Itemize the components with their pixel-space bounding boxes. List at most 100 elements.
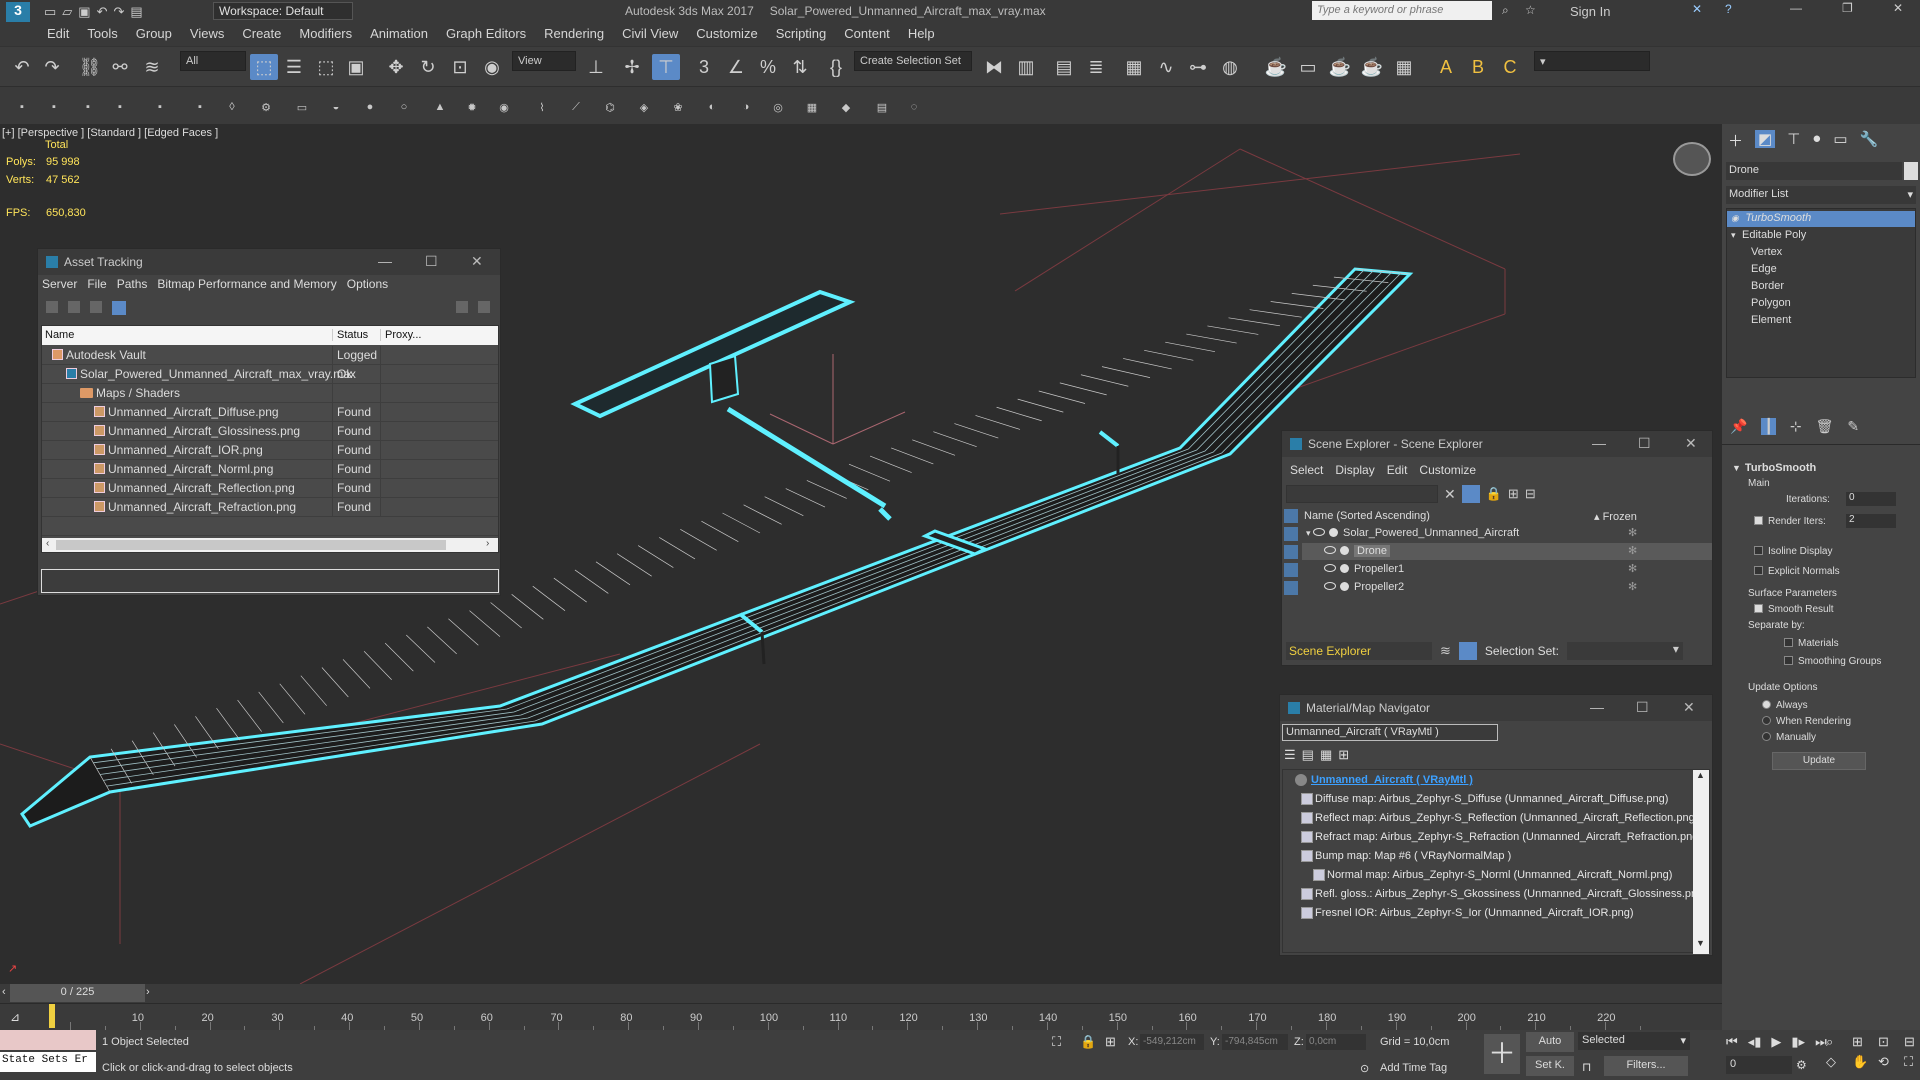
- auto-key-button[interactable]: Auto: [1526, 1032, 1574, 1052]
- isolate-selection-icon[interactable]: ⛶: [1052, 1034, 1061, 1050]
- app-logo-icon[interactable]: 3: [6, 2, 30, 22]
- scroll-down-icon[interactable]: ▼: [1696, 938, 1705, 948]
- camera-icon[interactable]: ◐: [702, 97, 722, 117]
- maxscript-listener-top[interactable]: [0, 1030, 96, 1050]
- modify-tab-icon[interactable]: ◩: [1755, 130, 1776, 148]
- list-item[interactable]: Normal map: Airbus_Zephyr-S_Norml (Unman…: [1289, 867, 1693, 885]
- reference-coordinate-dropdown[interactable]: View: [512, 51, 576, 71]
- select-object-icon[interactable]: ⬚: [250, 54, 278, 80]
- key-filter-dropdown[interactable]: Selected ▾: [1578, 1032, 1690, 1050]
- set-key-button[interactable]: Set K.: [1526, 1056, 1574, 1076]
- zoom-extents-icon[interactable]: ⊡: [1878, 1034, 1900, 1050]
- menu-rendering[interactable]: Rendering: [535, 22, 613, 41]
- move-icon[interactable]: ✥: [382, 54, 410, 80]
- smoothing-groups-checkbox[interactable]: Smoothing Groups: [1784, 656, 1881, 667]
- align-icon[interactable]: ▥: [1012, 54, 1040, 80]
- time-prev-icon[interactable]: ‹: [2, 986, 6, 998]
- shape-sphere-icon[interactable]: ◒: [326, 97, 346, 117]
- remove-modifier-icon[interactable]: 🗑: [1816, 418, 1834, 435]
- scene-menu-edit[interactable]: Edit: [1387, 463, 1408, 477]
- table-row[interactable]: Solar_Powered_Unmanned_Aircraft_max_vray…: [42, 365, 498, 384]
- menu-create[interactable]: Create: [233, 22, 290, 41]
- render-production-icon[interactable]: ☕: [1326, 54, 1354, 80]
- current-frame-marker[interactable]: [49, 1004, 55, 1028]
- list-item[interactable]: Diffuse map: Airbus_Zephyr-S_Diffuse (Un…: [1289, 791, 1693, 809]
- render-iters-spinner[interactable]: 2: [1846, 514, 1896, 528]
- selection-set-dropdown[interactable]: ▾: [1566, 642, 1683, 660]
- clear-search-icon[interactable]: ✕: [1444, 486, 1456, 503]
- spline-icon[interactable]: ⌇: [532, 97, 552, 117]
- spinner-snap-icon[interactable]: ⇅: [786, 54, 814, 80]
- time-configuration-icon[interactable]: ⚙: [1796, 1058, 1807, 1072]
- create-tab-icon[interactable]: ＋: [1728, 130, 1743, 150]
- absolute-mode-icon[interactable]: ⊞: [1105, 1034, 1116, 1050]
- vray-b-icon[interactable]: B: [1464, 54, 1492, 80]
- poly-icon[interactable]: ◈: [634, 97, 654, 117]
- sign-in-link[interactable]: Sign In: [1570, 4, 1610, 19]
- filter-icon[interactable]: [1461, 485, 1480, 503]
- eye-icon[interactable]: [1324, 582, 1336, 590]
- table-row[interactable]: Unmanned_Aircraft_Glossiness.png Found: [42, 422, 498, 441]
- col-name-header[interactable]: Name: [45, 329, 74, 341]
- iterations-spinner[interactable]: 0: [1846, 492, 1896, 506]
- scroll-thumb[interactable]: [56, 540, 446, 550]
- workspace-dropdown[interactable]: Workspace: Default: [213, 2, 353, 20]
- pan-icon[interactable]: ✋: [1852, 1054, 1874, 1070]
- asset-menu-bitmap-performance-and-memory[interactable]: Bitmap Performance and Memory: [157, 277, 336, 295]
- selection-filter-dropdown[interactable]: All: [180, 51, 246, 71]
- asset-menu-options[interactable]: Options: [347, 277, 388, 295]
- menu-group[interactable]: Group: [127, 22, 181, 41]
- render-iterative-icon[interactable]: ☕: [1358, 54, 1386, 80]
- list-item[interactable]: Drone ✻: [1302, 543, 1712, 560]
- menu-modifiers[interactable]: Modifiers: [290, 22, 361, 41]
- zoom-icon[interactable]: ⌕: [1826, 1034, 1848, 1050]
- keyboard-shortcut-override-icon[interactable]: ⊤: [652, 54, 680, 80]
- light-icon[interactable]: ▲: [430, 97, 450, 117]
- star-icon[interactable]: ☆: [1525, 3, 1536, 17]
- display-shapes-icon[interactable]: [1284, 527, 1298, 541]
- undo-icon[interactable]: ↶: [8, 54, 36, 80]
- help-icon[interactable]: ?: [1725, 2, 1732, 16]
- zoom-extents-all-icon[interactable]: ⊟: [1904, 1034, 1920, 1050]
- mirror-icon[interactable]: ⧓: [980, 54, 1008, 80]
- sphere-render-icon[interactable]: ◎: [768, 97, 788, 117]
- menu-content[interactable]: Content: [835, 22, 899, 41]
- add-time-tag[interactable]: Add Time Tag: [1380, 1062, 1447, 1074]
- list-item[interactable]: Unmanned_Aircraft ( VRayMtl ): [1289, 772, 1693, 790]
- link-icon[interactable]: ⛓: [76, 54, 104, 80]
- server-icon[interactable]: [46, 301, 58, 313]
- close-window-icon[interactable]: ✕: [1893, 1, 1903, 15]
- display-geometry-icon[interactable]: [1284, 509, 1298, 523]
- container-icon[interactable]: ▪: [190, 97, 210, 117]
- help-panel-icon[interactable]: [456, 301, 468, 313]
- expand-icon[interactable]: ▾: [1306, 528, 1313, 538]
- material-tree-scrollbar[interactable]: ▲ ▼: [1693, 770, 1709, 954]
- eye-icon[interactable]: [1324, 546, 1336, 554]
- layer-add-icon[interactable]: ▪: [44, 97, 64, 117]
- close-panel-icon[interactable]: ✕: [1685, 435, 1697, 452]
- table-row[interactable]: Unmanned_Aircraft_Refraction.png Found: [42, 498, 498, 517]
- pivot-center-icon[interactable]: ⊥: [582, 54, 610, 80]
- select-layer-icon[interactable]: ▪: [150, 97, 170, 117]
- tree-view-icon[interactable]: [112, 301, 126, 315]
- undo-quick-icon[interactable]: ↶: [97, 4, 108, 20]
- table-row[interactable]: Unmanned_Aircraft_Diffuse.png Found: [42, 403, 498, 422]
- binoculars-icon[interactable]: ⌕: [1502, 3, 1509, 18]
- scene-explorer-name-field[interactable]: Scene Explorer: [1286, 642, 1432, 660]
- table-row[interactable]: Unmanned_Aircraft_IOR.png Found: [42, 441, 498, 460]
- modifier-stack-item[interactable]: ▾ Editable Poly: [1727, 228, 1915, 244]
- percent-snap-icon[interactable]: %: [754, 54, 782, 80]
- display-tab-icon[interactable]: ▭: [1833, 130, 1847, 148]
- schematic-view-icon[interactable]: ⊶: [1184, 54, 1212, 80]
- list-item[interactable]: Reflect map: Airbus_Zephyr-S_Reflection …: [1289, 810, 1698, 828]
- time-next-icon[interactable]: ›: [146, 986, 150, 998]
- list-item[interactable]: Fresnel IOR: Airbus_Zephyr-S_Ior (Unmann…: [1289, 905, 1693, 923]
- scene-search-input[interactable]: [1286, 485, 1438, 503]
- maximize-viewport-icon[interactable]: ⛶: [1904, 1054, 1920, 1070]
- edit-named-selection-icon[interactable]: {}: [822, 54, 850, 80]
- shape-torus-icon[interactable]: ○: [394, 97, 414, 117]
- asset-menu-paths[interactable]: Paths: [117, 277, 148, 295]
- when-rendering-radio[interactable]: When Rendering: [1762, 716, 1851, 727]
- toggle-ribbon-icon[interactable]: ▦: [1120, 54, 1148, 80]
- materials-checkbox[interactable]: Materials: [1784, 638, 1839, 649]
